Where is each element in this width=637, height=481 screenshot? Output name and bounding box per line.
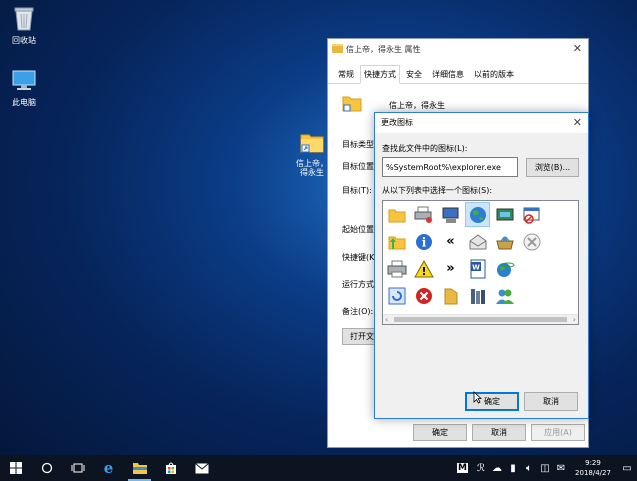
svg-text:W: W [472,263,480,271]
tab-security[interactable]: 安全 [402,65,426,83]
mail-open-icon[interactable] [466,230,489,253]
apply-button[interactable]: 应用(A) [531,424,585,441]
task-view-button[interactable] [62,455,93,481]
globe-icon[interactable] [465,202,490,227]
double-right-arrow-icon[interactable]: » [439,257,462,280]
horizontal-scrollbar[interactable]: ‹ › [383,314,578,324]
desktop-icon-recycle-bin[interactable]: 回收站 [2,4,46,46]
edge-icon: e [103,459,114,477]
scroll-thumb[interactable] [394,317,567,322]
store-icon [165,462,176,474]
search-button[interactable] [31,455,62,481]
taskbar-mail[interactable] [186,455,217,481]
tab-previous-versions[interactable]: 以前的版本 [470,65,518,83]
mouse-cursor-icon [473,391,483,406]
internet-icon[interactable] [493,257,516,280]
label-start-in: 起始位置( [342,225,378,234]
user-icon[interactable]: ℛ [473,463,489,474]
refresh-icon[interactable] [385,284,408,307]
cloud-icon[interactable]: ☁ [489,463,505,474]
clock[interactable]: 9:29 2018/4/27 [569,458,617,478]
select-label: 从以下列表中选择一个图标(S): [382,186,493,195]
label-run: 运行方式( [342,280,378,289]
shortcut-name: 信上帝，得永生 [389,101,445,110]
printer-icon[interactable] [385,257,408,280]
icon-grid: i « ! » W [385,202,570,311]
system-tray: M ℛ ☁ ▮ 🔈︎ ◫ ✉ 9:29 2018/4/27 ▭ [457,455,637,481]
label-comment: 备注(O): [342,307,374,316]
dialog-title: 更改图标 [381,118,413,127]
task-view-icon [71,463,84,473]
monitor-icon[interactable] [439,203,462,226]
cancel-x-icon[interactable] [520,230,543,253]
chat-icon[interactable]: ✉ [553,463,569,474]
error-icon[interactable] [412,284,435,307]
warning-icon[interactable]: ! [412,257,435,280]
mail-icon [194,462,209,473]
library-icon[interactable] [466,284,489,307]
word-document-icon[interactable]: W [466,257,489,280]
tab-general[interactable]: 常规 [334,65,358,83]
desktop-icon-label: 此电脑 [12,98,36,107]
properties-tabs: 常规 快捷方式 安全 详细信息 以前的版本 [328,59,588,84]
label-target-type: 目标类型: [342,140,377,149]
close-icon[interactable]: ✕ [573,42,582,55]
desktop-icon-this-pc[interactable]: 此电脑 [2,66,46,108]
clock-date: 2018/4/27 [575,469,611,477]
search-circle-icon [41,462,52,474]
ok-button[interactable]: 确定 [413,424,467,441]
desktop-icon-shortcut[interactable]: 信上帝， 得永生 [294,128,330,177]
folder-up-icon[interactable] [385,230,408,253]
folder-icon[interactable] [439,284,462,307]
taskbar-store[interactable] [155,455,186,481]
svg-text:!: ! [421,265,426,278]
dialog-cancel-button[interactable]: 取消 [524,392,578,411]
taskbar-edge[interactable]: e [93,455,124,481]
icon-list[interactable]: i « ! » W ‹ › [382,200,579,325]
printer-network-icon[interactable] [412,203,435,226]
this-pc-icon [10,66,38,94]
double-left-arrow-icon[interactable]: « [439,230,462,253]
battery-icon[interactable]: ▮ [505,463,521,474]
basket-icon[interactable] [493,230,516,253]
windows-logo-icon [9,462,22,474]
browse-button[interactable]: 浏览(B)... [526,158,579,177]
folder-icon[interactable] [385,203,408,226]
taskbar: e M ℛ ☁ ▮ 🔈︎ ◫ ✉ 9:29 2018/4/27 ▭ [0,455,637,481]
dialog-titlebar[interactable]: 更改图标 ✕ [375,113,588,133]
tray-m-icon[interactable]: M [457,463,468,473]
tab-details[interactable]: 详细信息 [428,65,468,83]
scroll-right-icon[interactable]: › [573,315,576,325]
svg-text:i: i [421,235,426,249]
start-button[interactable] [0,455,31,481]
find-label: 查找此文件中的图标(L): [382,144,468,153]
properties-titlebar[interactable]: 信上帝，得永生 属性 ✕ [328,39,588,59]
recycle-bin-icon [10,4,38,32]
tab-shortcut[interactable]: 快捷方式 [360,65,400,84]
change-icon-dialog: 更改图标 ✕ 查找此文件中的图标(L): 浏览(B)... 从以下列表中选择一个… [374,112,589,419]
network-monitor-icon[interactable] [493,203,516,226]
cancel-button[interactable]: 取消 [472,424,526,441]
label-target-location: 目标位置: [342,162,377,171]
desktop-icon-label: 信上帝， 得永生 [296,159,328,177]
notification-icon[interactable]: ▭ [617,463,637,474]
file-explorer-icon [132,463,147,474]
blocked-window-icon[interactable] [520,203,543,226]
shortcut-icon [342,93,362,115]
volume-icon[interactable]: 🔈︎ [521,463,537,474]
close-icon[interactable]: ✕ [573,113,582,133]
folder-shortcut-icon [298,128,326,156]
properties-title: 信上帝，得永生 属性 [346,44,421,54]
info-icon[interactable]: i [412,230,435,253]
desktop-icon-label: 回收站 [12,36,36,45]
folder-icon [332,44,343,53]
network-icon[interactable]: ◫ [537,463,553,474]
clock-time: 9:29 [585,459,601,467]
taskbar-file-explorer[interactable] [124,455,155,481]
users-icon[interactable] [493,284,516,307]
icon-path-input[interactable] [382,157,518,177]
scroll-left-icon[interactable]: ‹ [385,315,388,325]
label-target: 目标(T): [342,186,372,195]
